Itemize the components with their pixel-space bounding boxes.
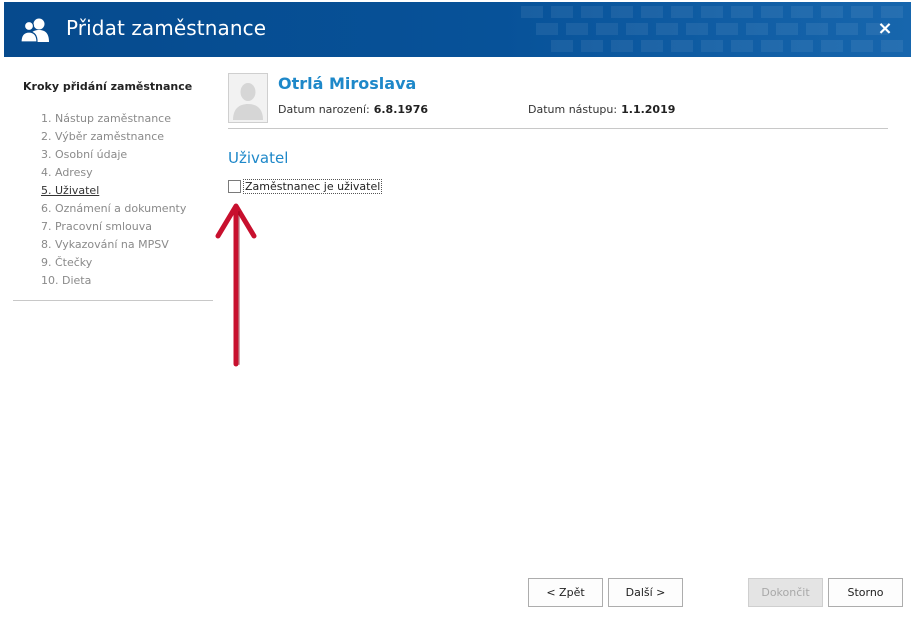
step-item: 7. Pracovní smlouva — [41, 220, 152, 233]
back-button[interactable]: < Zpět — [528, 578, 603, 607]
step-item: 3. Osobní údaje — [41, 148, 128, 161]
titlebar-tile-pattern — [521, 6, 903, 52]
employee-name: Otrlá Miroslava — [278, 74, 417, 93]
step-item: 2. Výběr zaměstnance — [41, 130, 165, 143]
birth-date-label: Datum narození: — [278, 103, 370, 116]
steps-title: Kroky přidání zaměstnance — [23, 80, 193, 93]
header-divider — [228, 128, 888, 129]
start-date-label: Datum nástupu: — [528, 103, 618, 116]
arrow-up-annotation — [215, 203, 257, 367]
users-icon — [20, 18, 49, 43]
step-item-active[interactable]: 5. Uživatel — [41, 182, 186, 200]
dialog-titlebar: Přidat zaměstnance × — [4, 2, 911, 57]
user-checkbox-label[interactable]: Zaměstnanec je uživatel — [242, 179, 383, 194]
step-item: 8. Vykazování na MPSV — [41, 238, 169, 251]
steps-list: 1. Nástup zaměstnance 2. Výběr zaměstnan… — [41, 110, 186, 290]
sidebar-divider — [13, 300, 213, 301]
step-item: 6. Oznámení a dokumenty — [41, 202, 187, 215]
step-item: 10. Dieta — [41, 274, 92, 287]
dialog-title: Přidat zaměstnance — [66, 16, 267, 40]
step-item: 9. Čtečky — [41, 256, 93, 269]
employee-avatar — [228, 73, 268, 123]
person-placeholder-icon — [229, 74, 267, 122]
step-item: 4. Adresy — [41, 166, 93, 179]
birth-date-info: Datum narození: 6.8.1976 — [278, 103, 428, 116]
cancel-button[interactable]: Storno — [828, 578, 903, 607]
start-date-value: 1.1.2019 — [621, 103, 676, 116]
section-title: Uživatel — [228, 149, 289, 167]
close-icon[interactable]: × — [877, 19, 893, 39]
start-date-info: Datum nástupu: 1.1.2019 — [528, 103, 675, 116]
step-item: 1. Nástup zaměstnance — [41, 112, 171, 125]
birth-date-value: 6.8.1976 — [373, 103, 428, 116]
next-button[interactable]: Další > — [608, 578, 683, 607]
finish-button: Dokončit — [748, 578, 823, 607]
user-checkbox[interactable] — [228, 180, 241, 193]
